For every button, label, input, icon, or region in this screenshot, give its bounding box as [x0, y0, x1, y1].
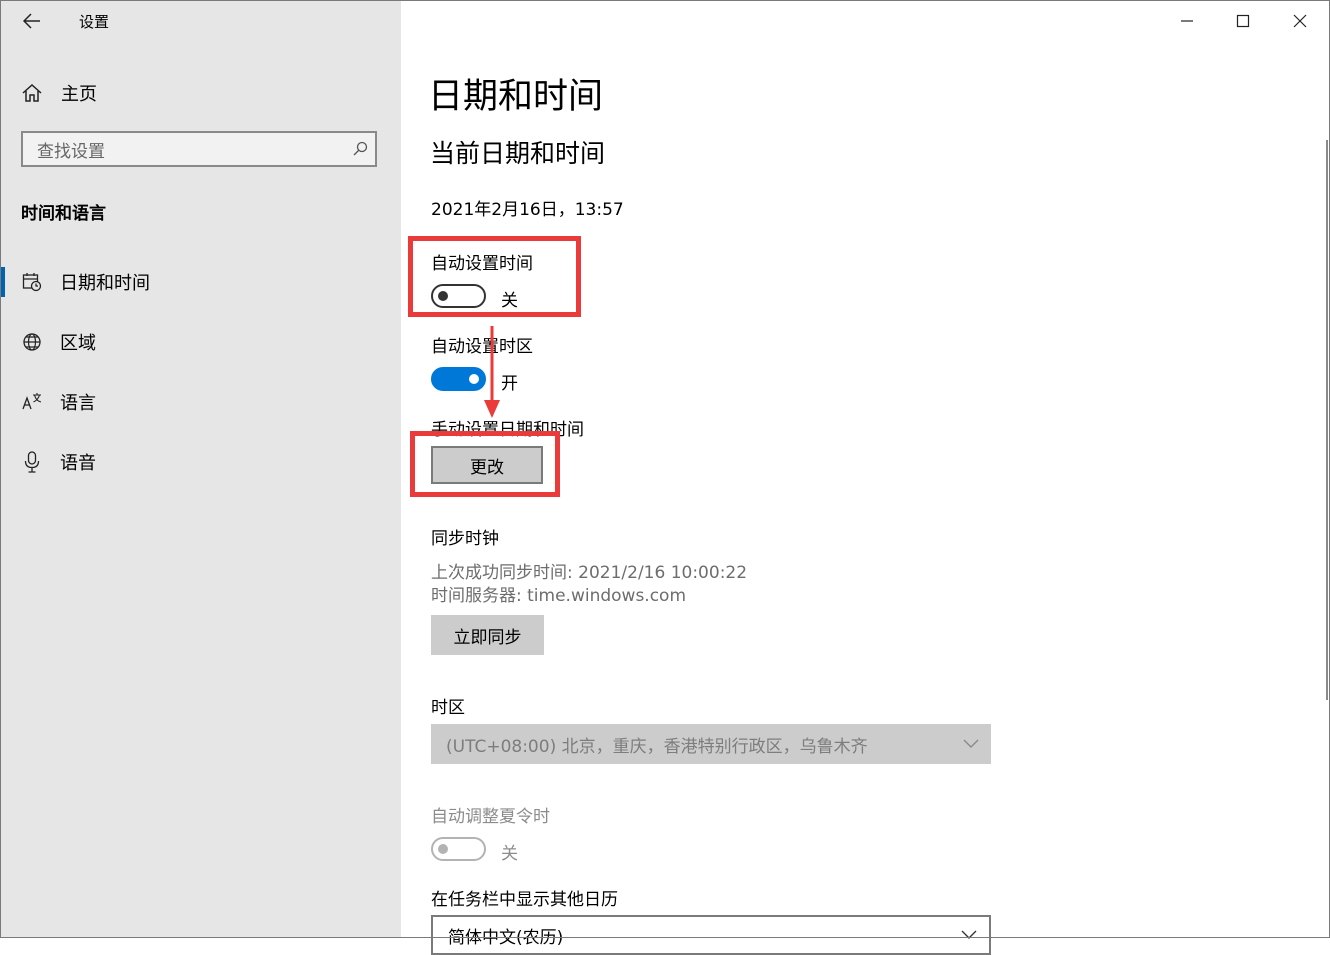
sync-clock-label: 同步时钟 — [431, 529, 499, 549]
auto-time-state: 关 — [501, 291, 518, 311]
calendar-label: 在任务栏中显示其他日历 — [431, 890, 618, 910]
search-input[interactable]: 查找设置 — [21, 131, 377, 167]
last-sync-text: 上次成功同步时间: 2021/2/16 10:00:22 — [431, 563, 748, 583]
sidebar-item-label: 区域 — [60, 333, 96, 354]
sidebar-home-label: 主页 — [61, 84, 97, 105]
toggle-knob — [438, 844, 448, 854]
language-icon — [20, 390, 44, 414]
dst-state: 关 — [501, 844, 518, 864]
sidebar-item-label: 语言 — [60, 393, 96, 414]
scrollbar[interactable] — [1326, 140, 1328, 700]
section-title-current: 当前日期和时间 — [430, 139, 606, 168]
sidebar: 设置 主页 查找设置 时间和语言 日期和时间 区域 语言 语音 — [0, 0, 401, 938]
auto-timezone-toggle[interactable] — [431, 367, 486, 391]
chevron-down-icon — [949, 930, 989, 940]
calendar-select[interactable]: 简体中文(农历) — [431, 915, 991, 955]
sync-now-button[interactable]: 立即同步 — [431, 615, 544, 655]
calendar-value: 简体中文(农历) — [448, 927, 564, 948]
search-icon — [345, 141, 375, 157]
window-title: 设置 — [79, 13, 110, 31]
sidebar-item-language[interactable]: 语言 — [0, 382, 401, 422]
current-datetime: 2021年2月16日，13:57 — [431, 200, 624, 220]
chevron-down-icon — [951, 739, 991, 749]
globe-icon — [20, 330, 44, 354]
sidebar-item-label: 语音 — [60, 453, 96, 474]
toggle-knob — [469, 374, 479, 384]
sidebar-item-speech[interactable]: 语音 — [0, 442, 401, 482]
sidebar-home[interactable]: 主页 — [20, 80, 97, 106]
back-arrow-icon — [23, 13, 40, 29]
auto-time-toggle[interactable] — [431, 284, 486, 308]
calendar-clock-icon — [20, 270, 44, 294]
selected-indicator — [0, 267, 5, 297]
manual-datetime-label: 手动设置日期和时间 — [431, 420, 584, 440]
home-icon — [20, 81, 44, 105]
back-button[interactable] — [20, 9, 44, 33]
annotation-arrow-icon — [484, 326, 500, 418]
sidebar-item-label: 日期和时间 — [60, 273, 150, 294]
sidebar-item-date-time[interactable]: 日期和时间 — [0, 262, 401, 302]
sidebar-section-title: 时间和语言 — [21, 204, 106, 224]
sidebar-item-region[interactable]: 区域 — [0, 322, 401, 362]
timezone-label: 时区 — [431, 698, 465, 718]
time-server-text: 时间服务器: time.windows.com — [431, 586, 687, 606]
timezone-value: (UTC+08:00) 北京，重庆，香港特别行政区，乌鲁木齐 — [446, 736, 868, 757]
page-title: 日期和时间 — [428, 77, 604, 117]
dst-toggle[interactable] — [431, 837, 486, 861]
timezone-select[interactable]: (UTC+08:00) 北京，重庆，香港特别行政区，乌鲁木齐 — [431, 724, 991, 764]
microphone-icon — [20, 450, 44, 474]
change-button[interactable]: 更改 — [431, 446, 543, 484]
auto-time-label: 自动设置时间 — [431, 254, 533, 274]
toggle-knob — [438, 291, 448, 301]
dst-label: 自动调整夏令时 — [431, 807, 550, 827]
search-placeholder: 查找设置 — [37, 141, 105, 162]
main-content: 日期和时间 当前日期和时间 2021年2月16日，13:57 自动设置时间 关 … — [401, 0, 1328, 955]
